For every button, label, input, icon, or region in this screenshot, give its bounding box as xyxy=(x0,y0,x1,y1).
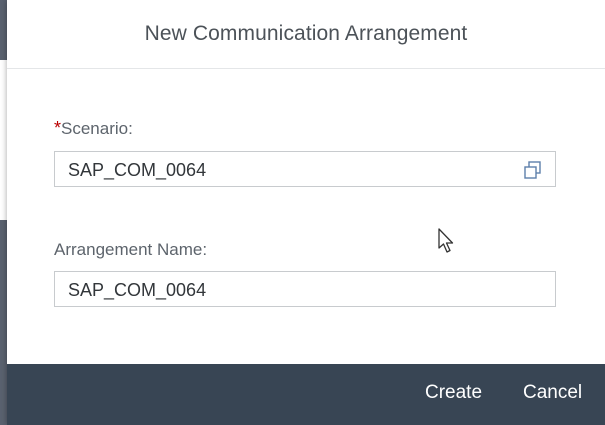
dialog-footer: Create Cancel xyxy=(7,364,605,425)
arrangement-form: *Scenario: SAP_COM_0064 Arrangement Name… xyxy=(54,68,574,364)
arrangement-name-label: Arrangement Name: xyxy=(54,240,208,259)
value-help-icon[interactable] xyxy=(523,160,543,180)
arrangement-name-input-value: SAP_COM_0064 xyxy=(68,280,207,300)
dialog-header: New Communication Arrangement xyxy=(7,0,605,69)
new-communication-arrangement-dialog: New Communication Arrangement *Scenario:… xyxy=(7,0,605,425)
scenario-input[interactable]: SAP_COM_0064 xyxy=(54,151,556,187)
scenario-label-text: Scenario: xyxy=(61,119,133,138)
required-marker: * xyxy=(54,118,62,138)
scenario-input-value: SAP_COM_0064 xyxy=(68,160,207,180)
cancel-button[interactable]: Cancel xyxy=(523,382,582,404)
mouse-pointer-icon xyxy=(438,228,454,253)
scenario-label: *Scenario: xyxy=(54,118,133,139)
dialog-title: New Communication Arrangement xyxy=(144,22,468,45)
create-button[interactable]: Create xyxy=(425,382,482,404)
arrangement-name-input[interactable]: SAP_COM_0064 xyxy=(54,271,556,307)
